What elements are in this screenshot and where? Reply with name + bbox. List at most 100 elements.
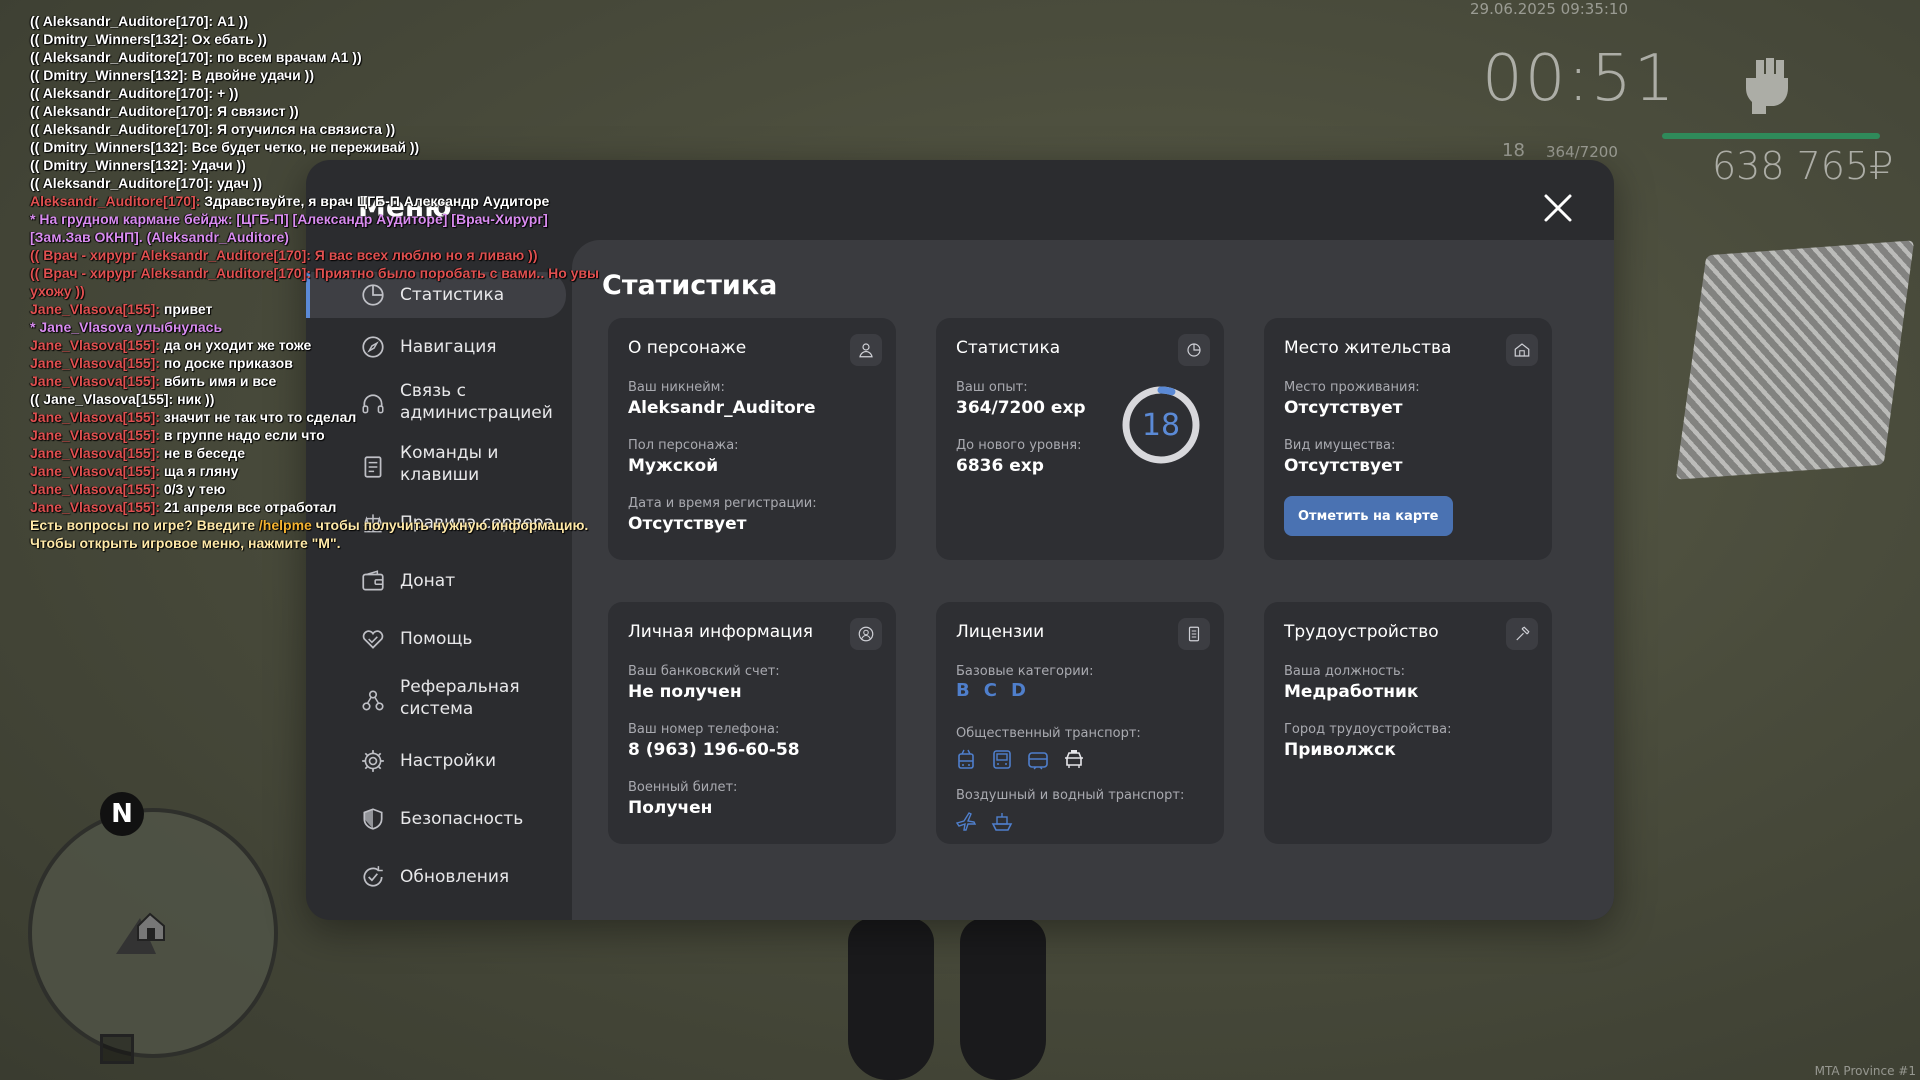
chat-line: Jane_Vlasova[155]: не в беседе <box>30 444 600 462</box>
bank-label: Ваш банковский счет: <box>628 664 780 679</box>
chat-text: Jane_Vlasova[155]: <box>30 463 164 479</box>
chat-text: (( Aleksandr_Auditore[170]: + )) <box>30 85 239 101</box>
page-title: Статистика <box>602 270 778 301</box>
gender-label: Пол персонажа: <box>628 438 739 453</box>
chat-line: (( Jane_Vlasova[155]: ник )) <box>30 390 600 408</box>
card-employment: Трудоустройство Ваша должность: Медработ… <box>1264 602 1552 844</box>
card-title: Лицензии <box>956 622 1045 642</box>
next-level-value: 6836 exp <box>956 456 1044 476</box>
sidebar-item-help[interactable]: Помощь <box>310 616 566 662</box>
job-city-label: Город трудоустройства: <box>1284 722 1452 737</box>
card-statistics: Статистика Ваш опыт: 364/7200 exp До нов… <box>936 318 1224 560</box>
public-transport-label: Общественный транспорт: <box>956 726 1141 741</box>
shield-icon <box>363 808 383 830</box>
sidebar-item-referral[interactable]: Реферальная система <box>310 672 566 728</box>
job-position-value: Медработник <box>1284 682 1419 702</box>
property-label: Вид имущества: <box>1284 438 1396 453</box>
license-category-d: D <box>1010 680 1026 701</box>
chat-line: Jane_Vlasova[155]: в группе надо если чт… <box>30 426 600 444</box>
chat-text: (( Врач - хирург Aleksandr_Auditore[170]… <box>30 247 538 263</box>
card-title: Статистика <box>956 338 1061 358</box>
hammer-icon <box>1506 618 1538 650</box>
sidebar-item-updates[interactable]: Обновления <box>310 854 566 900</box>
chat-line: (( Aleksandr_Auditore[170]: + )) <box>30 84 600 102</box>
chat-line: Jane_Vlasova[155]: значит не так что то … <box>30 408 600 426</box>
mark-on-map-button[interactable]: Отметить на карте <box>1284 496 1453 536</box>
compass-north: N <box>100 792 144 836</box>
user-icon <box>850 334 882 366</box>
chat-line: (( Dmitry_Winners[132]: Удачи )) <box>30 156 600 174</box>
property-value: Отсутствует <box>1284 456 1403 476</box>
chat-text: (( Dmitry_Winners[132]: Ох ебать )) <box>30 31 267 47</box>
chat-text: привет <box>163 301 213 317</box>
chat-text: по доске приказов <box>163 355 293 371</box>
bank-value: Не получен <box>628 682 742 702</box>
chat-text: /helpme <box>258 517 312 533</box>
sidebar-item-label: Помощь <box>400 629 473 649</box>
chat-line: (( Aleksandr_Auditore[170]: Я отучился н… <box>30 120 600 138</box>
hud-level: 18 <box>1502 140 1525 161</box>
chat-line: * На грудном кармане бейдж: [ЦГБ-П] [Але… <box>30 210 600 246</box>
chat-text: ща я гляну <box>163 463 239 479</box>
next-level-label: До нового уровня: <box>956 438 1082 453</box>
close-icon[interactable] <box>1540 190 1576 226</box>
chat-text: (( Dmitry_Winners[132]: В двойне удачи )… <box>30 67 314 83</box>
trolleybus-icon <box>958 749 974 769</box>
referral-icon <box>362 690 384 711</box>
exp-label: Ваш опыт: <box>956 380 1028 395</box>
chat-text: (( Dmitry_Winners[132]: Все будет четко,… <box>30 139 420 155</box>
card-character: О персонаже Ваш никнейм: Aleksandr_Audit… <box>608 318 896 560</box>
chat-line: (( Dmitry_Winners[132]: В двойне удачи )… <box>30 66 600 84</box>
sidebar-item-donate[interactable]: Донат <box>310 558 566 604</box>
chat-line: * Jane_Vlasova улыбнулась <box>30 318 600 336</box>
chat-line: (( Dmitry_Winners[132]: Все будет четко,… <box>30 138 600 156</box>
card-residence: Место жительства Место проживания: Отсут… <box>1264 318 1552 560</box>
chat-line: (( Врач - хирург Aleksandr_Auditore[170]… <box>30 246 600 264</box>
chat-line: Jane_Vlasova[155]: по доске приказов <box>30 354 600 372</box>
registration-value: Отсутствует <box>628 514 747 534</box>
nickname-value: Aleksandr_Auditore <box>628 398 816 418</box>
tram-icon <box>1028 752 1048 770</box>
chat-log: (( Aleksandr_Auditore[170]: А1 )) (( Dmit… <box>30 12 600 552</box>
stats-content: Статистика О персонаже Ваш никнейм: Alek… <box>572 240 1614 920</box>
chat-line: (( Aleksandr_Auditore[170]: удач )) <box>30 174 600 192</box>
handshake-heart-icon <box>362 630 384 649</box>
card-title: Личная информация <box>628 622 814 642</box>
sidebar-item-label: Донат <box>400 571 456 591</box>
phone-value: 8 (963) 196-60-58 <box>628 740 800 760</box>
chat-line: Aleksandr_Auditore[170]: Здравствуйте, я… <box>30 192 600 210</box>
gear-icon <box>362 750 384 772</box>
chat-text: 0/3 у тею <box>163 481 226 497</box>
residence-label: Место проживания: <box>1284 380 1420 395</box>
chat-text: * На грудном кармане бейдж: [ЦГБ-П] [Але… <box>30 211 548 245</box>
sidebar-item-settings[interactable]: Настройки <box>310 738 566 784</box>
card-personal-info: Личная информация Ваш банковский счет: Н… <box>608 602 896 844</box>
residence-value: Отсутствует <box>1284 398 1403 418</box>
user-circle-icon <box>850 618 882 650</box>
chat-text: Здравствуйте, я врач ЦГБ-П Александр Ауд… <box>204 193 550 209</box>
chat-line: Jane_Vlasova[155]: вбить имя и все <box>30 372 600 390</box>
hud-datetime: 29.06.2025 09:35:10 <box>1470 0 1629 18</box>
chat-line: Jane_Vlasova[155]: 0/3 у тею <box>30 480 600 498</box>
wallet-icon <box>362 570 384 591</box>
hud-exp-bar <box>1662 133 1880 139</box>
hud-clock: 00:51 <box>1482 42 1677 116</box>
chat-line: Чтобы открыть игровое меню, нажмите "M". <box>30 534 600 552</box>
house-icon <box>1506 334 1538 366</box>
chat-text: чтобы получить нужную информацию. <box>311 517 589 533</box>
chat-line: (( Aleksandr_Auditore[170]: Я связист )) <box>30 102 600 120</box>
chat-line: Jane_Vlasova[155]: 21 апреля все отработ… <box>30 498 600 516</box>
license-category-c: C <box>983 680 997 701</box>
chat-text: (( Aleksandr_Auditore[170]: Я отучился н… <box>30 121 396 137</box>
sidebar-item-security[interactable]: Безопасность <box>310 796 566 842</box>
phone-label: Ваш номер телефона: <box>628 722 780 737</box>
chat-text: (( Jane_Vlasova[155]: ник )) <box>30 391 215 407</box>
gender-value: Мужской <box>628 456 719 476</box>
chat-text: Jane_Vlasova[155]: <box>30 499 164 515</box>
military-label: Военный билет: <box>628 780 738 795</box>
chat-text: Jane_Vlasova[155]: <box>30 427 164 443</box>
exp-value: 364/7200 exp <box>956 398 1086 418</box>
chat-line: (( Dmitry_Winners[132]: Ох ебать )) <box>30 30 600 48</box>
sidebar-item-label: Безопасность <box>400 809 524 829</box>
base-categories-label: Базовые категории: <box>956 664 1094 679</box>
